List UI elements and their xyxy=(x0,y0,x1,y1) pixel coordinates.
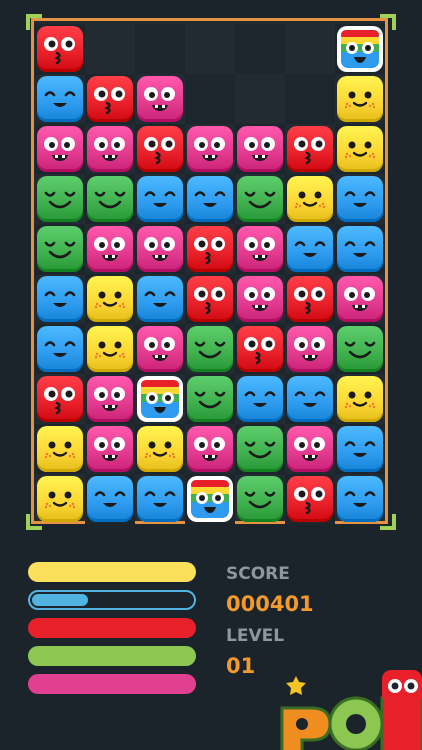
board-cell xyxy=(185,74,235,124)
piece-blue-smile[interactable] xyxy=(137,276,183,322)
piece-blue-smile[interactable] xyxy=(137,176,183,222)
piece-red-kiss[interactable] xyxy=(287,126,333,172)
piece-pink-eyes[interactable] xyxy=(87,226,133,272)
piece-pink-eyes[interactable] xyxy=(87,376,133,422)
piece-blue-smile[interactable] xyxy=(137,476,183,522)
piece-green-smile[interactable] xyxy=(37,176,83,222)
piece-red-kiss[interactable] xyxy=(187,226,233,272)
level-label: LEVEL xyxy=(226,626,285,646)
piece-yellow-blush[interactable] xyxy=(87,326,133,372)
progress-bar-fill xyxy=(32,594,88,606)
piece-pink-eyes[interactable] xyxy=(287,326,333,372)
piece-red-kiss[interactable] xyxy=(287,476,333,522)
piece-blue-smile[interactable] xyxy=(337,476,383,522)
piece-green-smile[interactable] xyxy=(37,226,83,272)
piece-yellow-blush[interactable] xyxy=(37,426,83,472)
piece-pink-eyes[interactable] xyxy=(87,126,133,172)
piece-pink-eyes[interactable] xyxy=(187,426,233,472)
piece-yellow-blush[interactable] xyxy=(337,126,383,172)
piece-rainbow[interactable] xyxy=(187,476,233,522)
piece-pink-eyes[interactable] xyxy=(87,426,133,472)
piece-yellow-blush[interactable] xyxy=(337,376,383,422)
board-cell xyxy=(285,74,335,124)
piece-blue-smile[interactable] xyxy=(337,176,383,222)
piece-blue-smile[interactable] xyxy=(37,276,83,322)
piece-red-kiss[interactable] xyxy=(37,26,83,72)
piece-green-smile[interactable] xyxy=(187,376,233,422)
piece-red-kiss[interactable] xyxy=(287,276,333,322)
piece-green-smile[interactable] xyxy=(237,176,283,222)
level-value: 01 xyxy=(226,654,256,678)
piece-yellow-blush[interactable] xyxy=(337,76,383,122)
piece-blue-smile[interactable] xyxy=(37,76,83,122)
game-screen: SCORE 000401 LEVEL 01 POP xyxy=(0,0,422,750)
piece-pink-eyes[interactable] xyxy=(237,226,283,272)
progress-bar xyxy=(28,646,196,666)
piece-red-kiss[interactable] xyxy=(237,326,283,372)
piece-green-smile[interactable] xyxy=(187,326,233,372)
piece-blue-smile[interactable] xyxy=(87,476,133,522)
piece-pink-eyes[interactable] xyxy=(137,76,183,122)
piece-pink-eyes[interactable] xyxy=(237,276,283,322)
piece-red-kiss[interactable] xyxy=(87,76,133,122)
progress-bar xyxy=(28,674,196,694)
piece-pink-eyes[interactable] xyxy=(187,126,233,172)
piece-yellow-blush[interactable] xyxy=(87,276,133,322)
piece-blue-smile[interactable] xyxy=(337,426,383,472)
piece-pink-eyes[interactable] xyxy=(137,326,183,372)
board-cell xyxy=(135,24,185,74)
piece-rainbow[interactable] xyxy=(137,376,183,422)
pop-logo: POP xyxy=(278,668,422,750)
piece-blue-smile[interactable] xyxy=(37,326,83,372)
progress-bar xyxy=(28,590,196,610)
pop-logo-icon xyxy=(280,670,422,750)
piece-yellow-blush[interactable] xyxy=(37,476,83,522)
score-label: SCORE xyxy=(226,564,290,584)
game-board[interactable] xyxy=(35,24,385,524)
piece-green-smile[interactable] xyxy=(337,326,383,372)
piece-red-kiss[interactable] xyxy=(37,376,83,422)
piece-pink-eyes[interactable] xyxy=(37,126,83,172)
piece-blue-smile[interactable] xyxy=(337,226,383,272)
piece-green-smile[interactable] xyxy=(237,476,283,522)
progress-bar xyxy=(28,562,196,582)
piece-red-kiss[interactable] xyxy=(187,276,233,322)
piece-pink-eyes[interactable] xyxy=(137,226,183,272)
piece-yellow-blush[interactable] xyxy=(137,426,183,472)
progress-bar xyxy=(28,618,196,638)
piece-pink-eyes[interactable] xyxy=(237,126,283,172)
piece-blue-smile[interactable] xyxy=(287,226,333,272)
piece-pink-eyes[interactable] xyxy=(287,426,333,472)
piece-red-kiss[interactable] xyxy=(137,126,183,172)
piece-pink-eyes[interactable] xyxy=(337,276,383,322)
piece-blue-smile[interactable] xyxy=(237,376,283,422)
board-cell xyxy=(235,24,285,74)
piece-yellow-blush[interactable] xyxy=(287,176,333,222)
piece-rainbow[interactable] xyxy=(337,26,383,72)
piece-blue-smile[interactable] xyxy=(187,176,233,222)
piece-green-smile[interactable] xyxy=(237,426,283,472)
piece-blue-smile[interactable] xyxy=(287,376,333,422)
score-value: 000401 xyxy=(226,592,314,616)
piece-green-smile[interactable] xyxy=(87,176,133,222)
